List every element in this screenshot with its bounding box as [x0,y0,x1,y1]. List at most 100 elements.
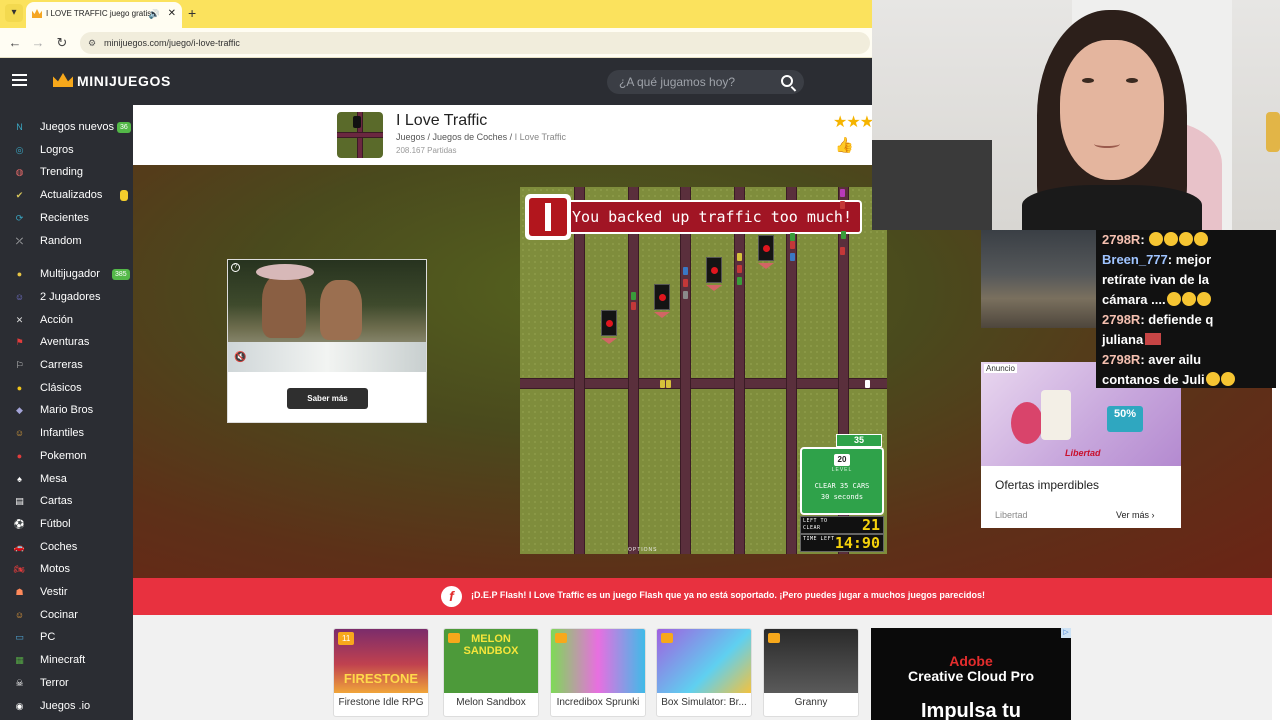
vertical-road [574,187,585,554]
sidebar-item-cartas[interactable]: ▤ Cartas [0,491,133,513]
url-field[interactable]: ⚙ minijuegos.com/juego/i-love-traffic [80,32,870,54]
ad-video-thumbnail[interactable]: ? 🔇 [228,260,426,372]
related-game-card[interactable]: Granny [763,628,859,717]
car [840,201,845,209]
sidebar-item-label: Infantiles [40,427,85,440]
related-game-card[interactable]: Incredibox Sprunki [550,628,646,717]
sidebar-item-label: Actualizados [40,189,103,202]
laughing-emoji-icon [1181,292,1196,306]
hamburger-menu-icon[interactable] [12,74,27,86]
chat-message: defiende q [1148,312,1214,327]
chat-username: 2798R [1102,232,1141,247]
sidebar-item-aventuras[interactable]: ⚑ Aventuras [0,332,133,354]
browser-tab[interactable]: I LOVE TRAFFIC juego gratis 🔊 ✕ [26,2,182,28]
sidebar-item-motos[interactable]: 🏍 Motos [0,559,133,581]
laughing-emoji-icon [1196,292,1211,306]
chat-message: aver ailu [1148,352,1202,367]
search-input[interactable]: ¿A qué jugamos hoy? [607,70,804,94]
sidebar-item-acción[interactable]: ✕ Acción [0,310,133,332]
search-icon[interactable] [781,75,793,87]
sidebar-item-random[interactable]: ⤫ Random [0,231,133,253]
traffic-light-icon[interactable] [654,284,670,310]
traffic-light-icon[interactable] [706,257,722,283]
racing-icon: ⚐ [15,360,24,370]
sidebar-item-minecraft[interactable]: ▦ Minecraft [0,650,133,672]
related-game-card[interactable]: MELON SANDBOX Melon Sandbox [443,628,539,717]
rating-stars-icon[interactable]: ★★★ [833,112,874,132]
related-game-card[interactable]: Box Simulator: Br... [656,628,752,717]
sidebar-item-infantiles[interactable]: ☺ Infantiles [0,423,133,445]
related-game-image[interactable] [551,629,645,693]
sidebar-item-coches[interactable]: 🚗 Coches [0,537,133,559]
thumbs-up-icon[interactable]: 👍 [835,136,854,154]
related-game-card[interactable]: FIRESTONE 11 Firestone Idle RPG [333,628,429,717]
sidebar-item-trending[interactable]: ◍ Trending [0,162,133,184]
players-badge: 11 [338,632,355,645]
libertad-logo: Libertad [1065,448,1101,458]
pokemon-icon: ● [16,450,23,461]
speaker-icon[interactable]: 🔊 [149,2,160,26]
related-game-name[interactable]: Firestone Idle RPG [334,697,428,708]
sidebar-item-juegos-io[interactable]: ◉ Juegos .io [0,696,133,718]
sidebar-item-pokemon[interactable]: ● Pokemon [0,446,133,468]
sidebar-item-mesa[interactable]: ♠ Mesa [0,469,133,491]
achievements-icon: ◎ [15,144,24,155]
multiplayer-icon: ● [16,269,23,280]
chat-line: contanos de Juli [1102,370,1270,390]
traffic-light-icon[interactable] [601,310,617,336]
breadcrumb-coches[interactable]: Juegos de Coches [433,132,508,142]
new-tab-button[interactable]: + [188,4,196,22]
game-canvas[interactable]: You backed up traffic too much! 35 20 LE… [520,187,887,554]
sidebar-item-logros[interactable]: ◎ Logros [0,140,133,162]
close-tab-icon[interactable]: ✕ [168,2,176,26]
related-game-name[interactable]: Granny [764,697,858,708]
related-game-name[interactable]: Melon Sandbox [444,697,538,708]
site-settings-icon[interactable]: ⚙ [88,32,96,54]
sidebar-item-clásicos[interactable]: ● Clásicos [0,378,133,400]
tab-search-icon[interactable]: ▾ [5,4,23,22]
chat-line: juliana [1102,330,1270,350]
sidebar-item-carreras[interactable]: ⚐ Carreras [0,355,133,377]
random-icon: ⤫ [15,235,24,246]
sidebar-item-recientes[interactable]: ⟳ Recientes [0,208,133,230]
sidebar-item-mario-bros[interactable]: ◆ Mario Bros [0,400,133,422]
sidebar-item-label: Trending [40,166,84,179]
chat-line: 2798R: aver ailu [1102,352,1202,367]
ad-title[interactable]: Ofertas imperdibles [995,478,1099,492]
adobe-ad[interactable]: ▷ Adobe Creative Cloud Pro Impulsa tu [871,628,1071,720]
left-video-ad[interactable]: ? 🔇 Saber más [227,259,427,423]
sidebar-item-label: Vestir [40,586,68,598]
ad-info-icon[interactable]: ? [231,263,240,272]
sidebar-item-actualizados[interactable]: ✔ Actualizados [0,185,133,207]
cards-icon: ▤ [15,496,24,507]
related-game-image[interactable]: MELON SANDBOX [444,629,538,693]
forward-arrow-icon[interactable]: → [29,34,47,52]
sidebar-item-label: Carreras [40,359,83,371]
related-game-image[interactable] [764,629,858,693]
related-game-image[interactable] [657,629,751,693]
mute-icon[interactable]: 🔇 [234,352,246,363]
reload-icon[interactable]: ↻ [53,34,71,52]
sidebar-item-label: Minecraft [40,654,86,667]
related-game-name[interactable]: Incredibox Sprunki [551,697,645,708]
ad-choices-icon[interactable]: ▷ [1061,628,1071,638]
ver-mas-link[interactable]: Ver más › [1116,510,1155,520]
sidebar-item-juegos-nuevos[interactable]: N Juegos nuevos 36 [0,117,133,139]
sidebar-item-pc[interactable]: ▭ PC [0,627,133,649]
breadcrumb-juegos[interactable]: Juegos [396,132,425,142]
sidebar-item-cocinar[interactable]: ☺ Cocinar [0,605,133,627]
traffic-light-icon[interactable] [758,235,774,261]
related-game-image[interactable]: FIRESTONE 11 [334,629,428,693]
background-landscape-image [981,230,1096,328]
related-game-name[interactable]: Box Simulator: Br... [657,697,751,708]
sidebar-item-fútbol[interactable]: ⚽ Fútbol [0,514,133,536]
sidebar-item-2-jugadores[interactable]: ☺ 2 Jugadores [0,287,133,309]
options-button[interactable]: OPTIONS [628,547,658,553]
sidebar-item-multijugador[interactable]: ● Multijugador 385 [0,264,133,286]
laughing-emoji-icon [1166,292,1181,306]
car [683,291,688,299]
saber-mas-button[interactable]: Saber más [287,388,368,409]
sidebar-item-vestir[interactable]: ☗ Vestir [0,582,133,604]
back-arrow-icon[interactable]: ← [6,34,24,52]
sidebar-item-terror[interactable]: ☠ Terror [0,673,133,695]
